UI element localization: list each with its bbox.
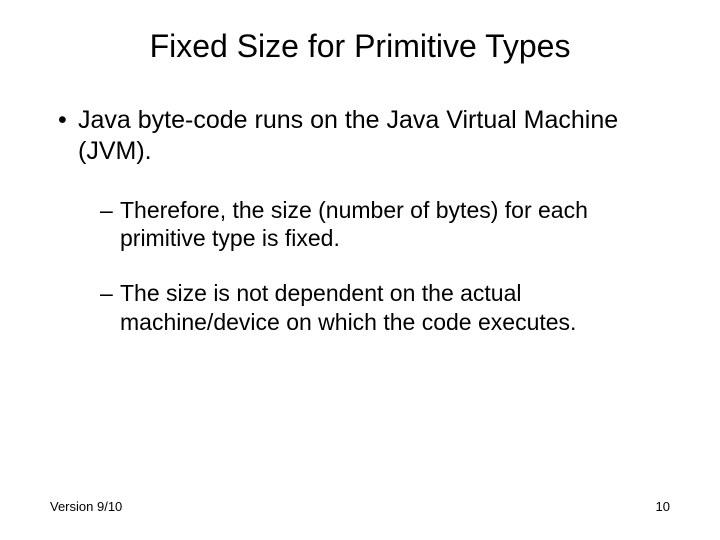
bullet-level2: –Therefore, the size (number of bytes) f… xyxy=(50,196,670,254)
bullet-level2: –The size is not dependent on the actual… xyxy=(50,279,670,337)
dash-icon: – xyxy=(100,196,120,225)
bullet-dot-icon: • xyxy=(58,105,78,136)
bullet-text: Therefore, the size (number of bytes) fo… xyxy=(120,197,588,252)
version-label: Version 9/10 xyxy=(50,499,122,514)
page-number: 10 xyxy=(656,499,670,514)
bullet-level1: •Java byte-code runs on the Java Virtual… xyxy=(50,105,670,168)
bullet-text: Java byte-code runs on the Java Virtual … xyxy=(78,106,618,165)
bullet-text: The size is not dependent on the actual … xyxy=(120,280,576,335)
dash-icon: – xyxy=(100,279,120,308)
slide-title: Fixed Size for Primitive Types xyxy=(50,28,670,65)
slide-footer: Version 9/10 10 xyxy=(50,499,670,514)
